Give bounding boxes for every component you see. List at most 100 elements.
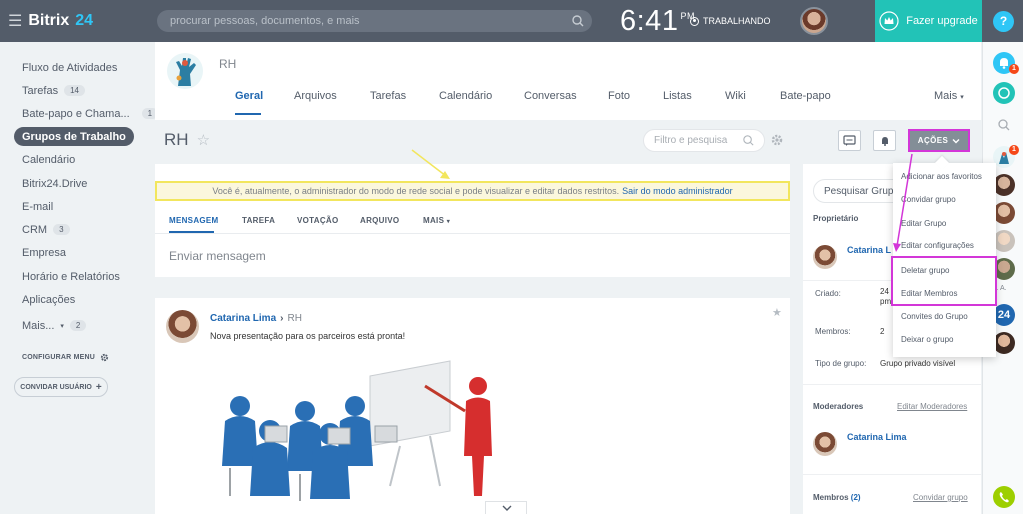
star-icon[interactable]: ★ <box>772 306 782 319</box>
tab-foto[interactable]: Foto <box>608 90 630 102</box>
group-logo[interactable] <box>166 52 204 90</box>
moderator-name[interactable]: Catarina Lima <box>847 432 907 442</box>
tab-mais[interactable]: Mais ▾ <box>934 90 964 102</box>
sidebar-item-label: E-mail <box>22 200 54 213</box>
menu-item-group-invites[interactable]: Convites do Grupo <box>901 312 968 321</box>
tab-tarefa[interactable]: TAREFA <box>242 216 275 225</box>
left-sidebar: Fluxo de Atividades Tarefas 14 Bate-papo … <box>0 42 159 514</box>
page-title-text: RH <box>164 130 189 149</box>
user-avatar[interactable] <box>800 7 828 35</box>
tab-wiki[interactable]: Wiki <box>725 90 746 102</box>
menu-item-leave-group[interactable]: Deixar o grupo <box>901 335 953 344</box>
expand-post-button[interactable] <box>485 501 527 514</box>
members-count[interactable]: (2) <box>851 493 861 502</box>
chat-icon <box>843 134 856 146</box>
group-type-label: Tipo de grupo: <box>815 359 867 368</box>
sidebar-item-aplicacoes[interactable]: Aplicações <box>14 290 83 309</box>
tab-geral[interactable]: Geral <box>235 90 263 102</box>
created-value: 24 <box>880 287 889 296</box>
post-image[interactable] <box>210 356 510 506</box>
post-target[interactable]: RH <box>287 313 301 324</box>
invite-user-button[interactable]: CONVIDAR USUÁRIO + <box>14 377 108 397</box>
sidebar-item-label: Mais... <box>22 319 55 332</box>
sidebar-item-batepapo[interactable]: Bate-papo e Chama... 1 <box>14 104 166 123</box>
menu-icon[interactable]: ☰ <box>8 11 22 31</box>
search-icon[interactable] <box>997 118 1011 132</box>
tab-conversas[interactable]: Conversas <box>524 90 577 102</box>
sidebar-item-tarefas[interactable]: Tarefas 14 <box>14 81 93 100</box>
configure-menu-label: CONFIGURAR MENU <box>22 354 95 361</box>
tab-calendario[interactable]: Calendário <box>439 90 492 102</box>
sidebar-item-label: Fluxo de Atividades <box>22 61 118 74</box>
sidebar-item-email[interactable]: E-mail <box>14 197 61 216</box>
group-avatar-badge: 1 <box>1009 145 1019 155</box>
global-search-input[interactable] <box>157 10 592 32</box>
menu-item-edit-settings[interactable]: Editar configurações <box>901 241 974 250</box>
tab-mais-composer[interactable]: MAIS ▾ <box>423 216 450 225</box>
open-lines-icon[interactable] <box>993 82 1015 104</box>
sidebar-item-mais[interactable]: Mais... ▾ 2 <box>14 316 94 335</box>
sidebar-item-empresa[interactable]: Empresa <box>14 243 74 262</box>
sidebar-item-fluxo[interactable]: Fluxo de Atividades <box>14 58 125 77</box>
bitrix24-icon[interactable]: 24 <box>993 304 1015 326</box>
sidebar-item-drive[interactable]: Bitrix24.Drive <box>14 174 95 193</box>
work-status[interactable]: TRABALHANDO <box>690 16 771 26</box>
edit-moderators-link[interactable]: Editar Moderadores <box>897 402 967 411</box>
upgrade-button[interactable]: Fazer upgrade <box>875 0 982 42</box>
status-dot-icon <box>690 16 699 26</box>
search-icon[interactable] <box>742 134 755 147</box>
contact-avatar[interactable] <box>993 332 1015 354</box>
menu-item-invite-group[interactable]: Convidar grupo <box>901 195 956 204</box>
post-author-name[interactable]: Catarina Lima <box>210 313 276 324</box>
help-button[interactable]: ? <box>993 11 1014 32</box>
tab-batepapo[interactable]: Bate-papo <box>780 90 831 102</box>
invite-group-link[interactable]: Convidar grupo <box>913 493 968 502</box>
active-tab-indicator <box>235 113 261 115</box>
configure-menu-button[interactable]: CONFIGURAR MENU <box>22 353 109 362</box>
chevron-down-icon: ▾ <box>960 94 964 101</box>
actions-button[interactable]: AÇÕES <box>908 129 970 152</box>
message-input[interactable]: Enviar mensagem <box>169 249 266 263</box>
chevron-down-icon: ▾ <box>60 322 64 330</box>
clock[interactable]: 6:41 PM <box>620 5 695 38</box>
contact-avatar[interactable] <box>993 202 1015 224</box>
contact-avatar[interactable] <box>993 230 1015 252</box>
members-title-text: Membros <box>813 493 849 502</box>
sidebar-item-grupos[interactable]: Grupos de Trabalho <box>14 127 134 146</box>
admin-mode-text: Você é, atualmente, o administrador do m… <box>212 186 620 196</box>
avatar[interactable] <box>813 432 837 456</box>
avatar[interactable] <box>813 245 837 269</box>
contact-avatar[interactable] <box>993 174 1015 196</box>
star-icon[interactable]: ☆ <box>197 131 210 149</box>
tab-listas[interactable]: Listas <box>663 90 692 102</box>
post-text: Nova presentação para os parceiros está … <box>210 331 406 341</box>
tab-arquivo[interactable]: ARQUIVO <box>360 216 399 225</box>
gear-icon[interactable] <box>770 133 784 147</box>
tab-arquivos[interactable]: Arquivos <box>294 90 337 102</box>
bell-icon <box>881 136 888 146</box>
sidebar-item-crm[interactable]: CRM 3 <box>14 220 78 239</box>
sidebar-item-horario[interactable]: Horário e Relatórios <box>14 267 128 286</box>
avatar[interactable] <box>166 310 199 343</box>
divider <box>803 474 981 475</box>
created-label: Criado: <box>815 289 841 298</box>
owner-label: Proprietário <box>813 214 859 223</box>
tab-votacao[interactable]: VOTAÇÃO <box>297 216 339 225</box>
owner-name[interactable]: Catarina L <box>847 245 891 255</box>
tab-tarefas[interactable]: Tarefas <box>370 90 406 102</box>
follow-button[interactable] <box>873 130 896 151</box>
search-icon[interactable] <box>570 13 586 29</box>
divider <box>803 384 981 385</box>
sidebar-item-label: Tarefas <box>22 84 59 97</box>
chevron-down-icon: ▾ <box>446 219 451 225</box>
chat-button[interactable] <box>838 130 861 151</box>
bitrix-logo[interactable]: ☰ Bitrix 24 <box>8 11 93 31</box>
phone-icon[interactable] <box>993 486 1015 508</box>
menu-item-edit-group[interactable]: Editar Grupo <box>901 219 946 228</box>
menu-item-add-favorites[interactable]: Adicionar aos favoritos <box>901 172 982 181</box>
tab-mensagem[interactable]: MENSAGEM <box>169 216 219 225</box>
exit-admin-mode-link[interactable]: Sair do modo administrador <box>622 186 733 196</box>
sidebar-item-calendario[interactable]: Calendário <box>14 150 83 169</box>
divider <box>155 233 790 234</box>
sidebar-item-label: Aplicações <box>22 293 76 306</box>
